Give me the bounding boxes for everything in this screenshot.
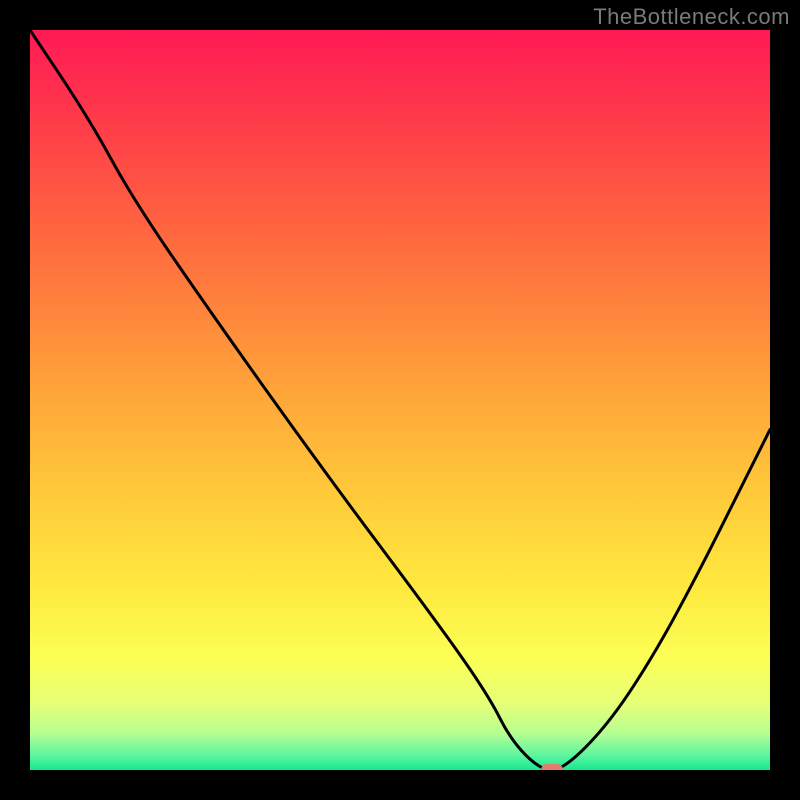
watermark-text: TheBottleneck.com bbox=[593, 4, 790, 30]
optimal-marker bbox=[541, 764, 563, 770]
chart-container: TheBottleneck.com bbox=[0, 0, 800, 800]
plot-area bbox=[30, 30, 770, 770]
bottleneck-curve bbox=[30, 30, 770, 770]
